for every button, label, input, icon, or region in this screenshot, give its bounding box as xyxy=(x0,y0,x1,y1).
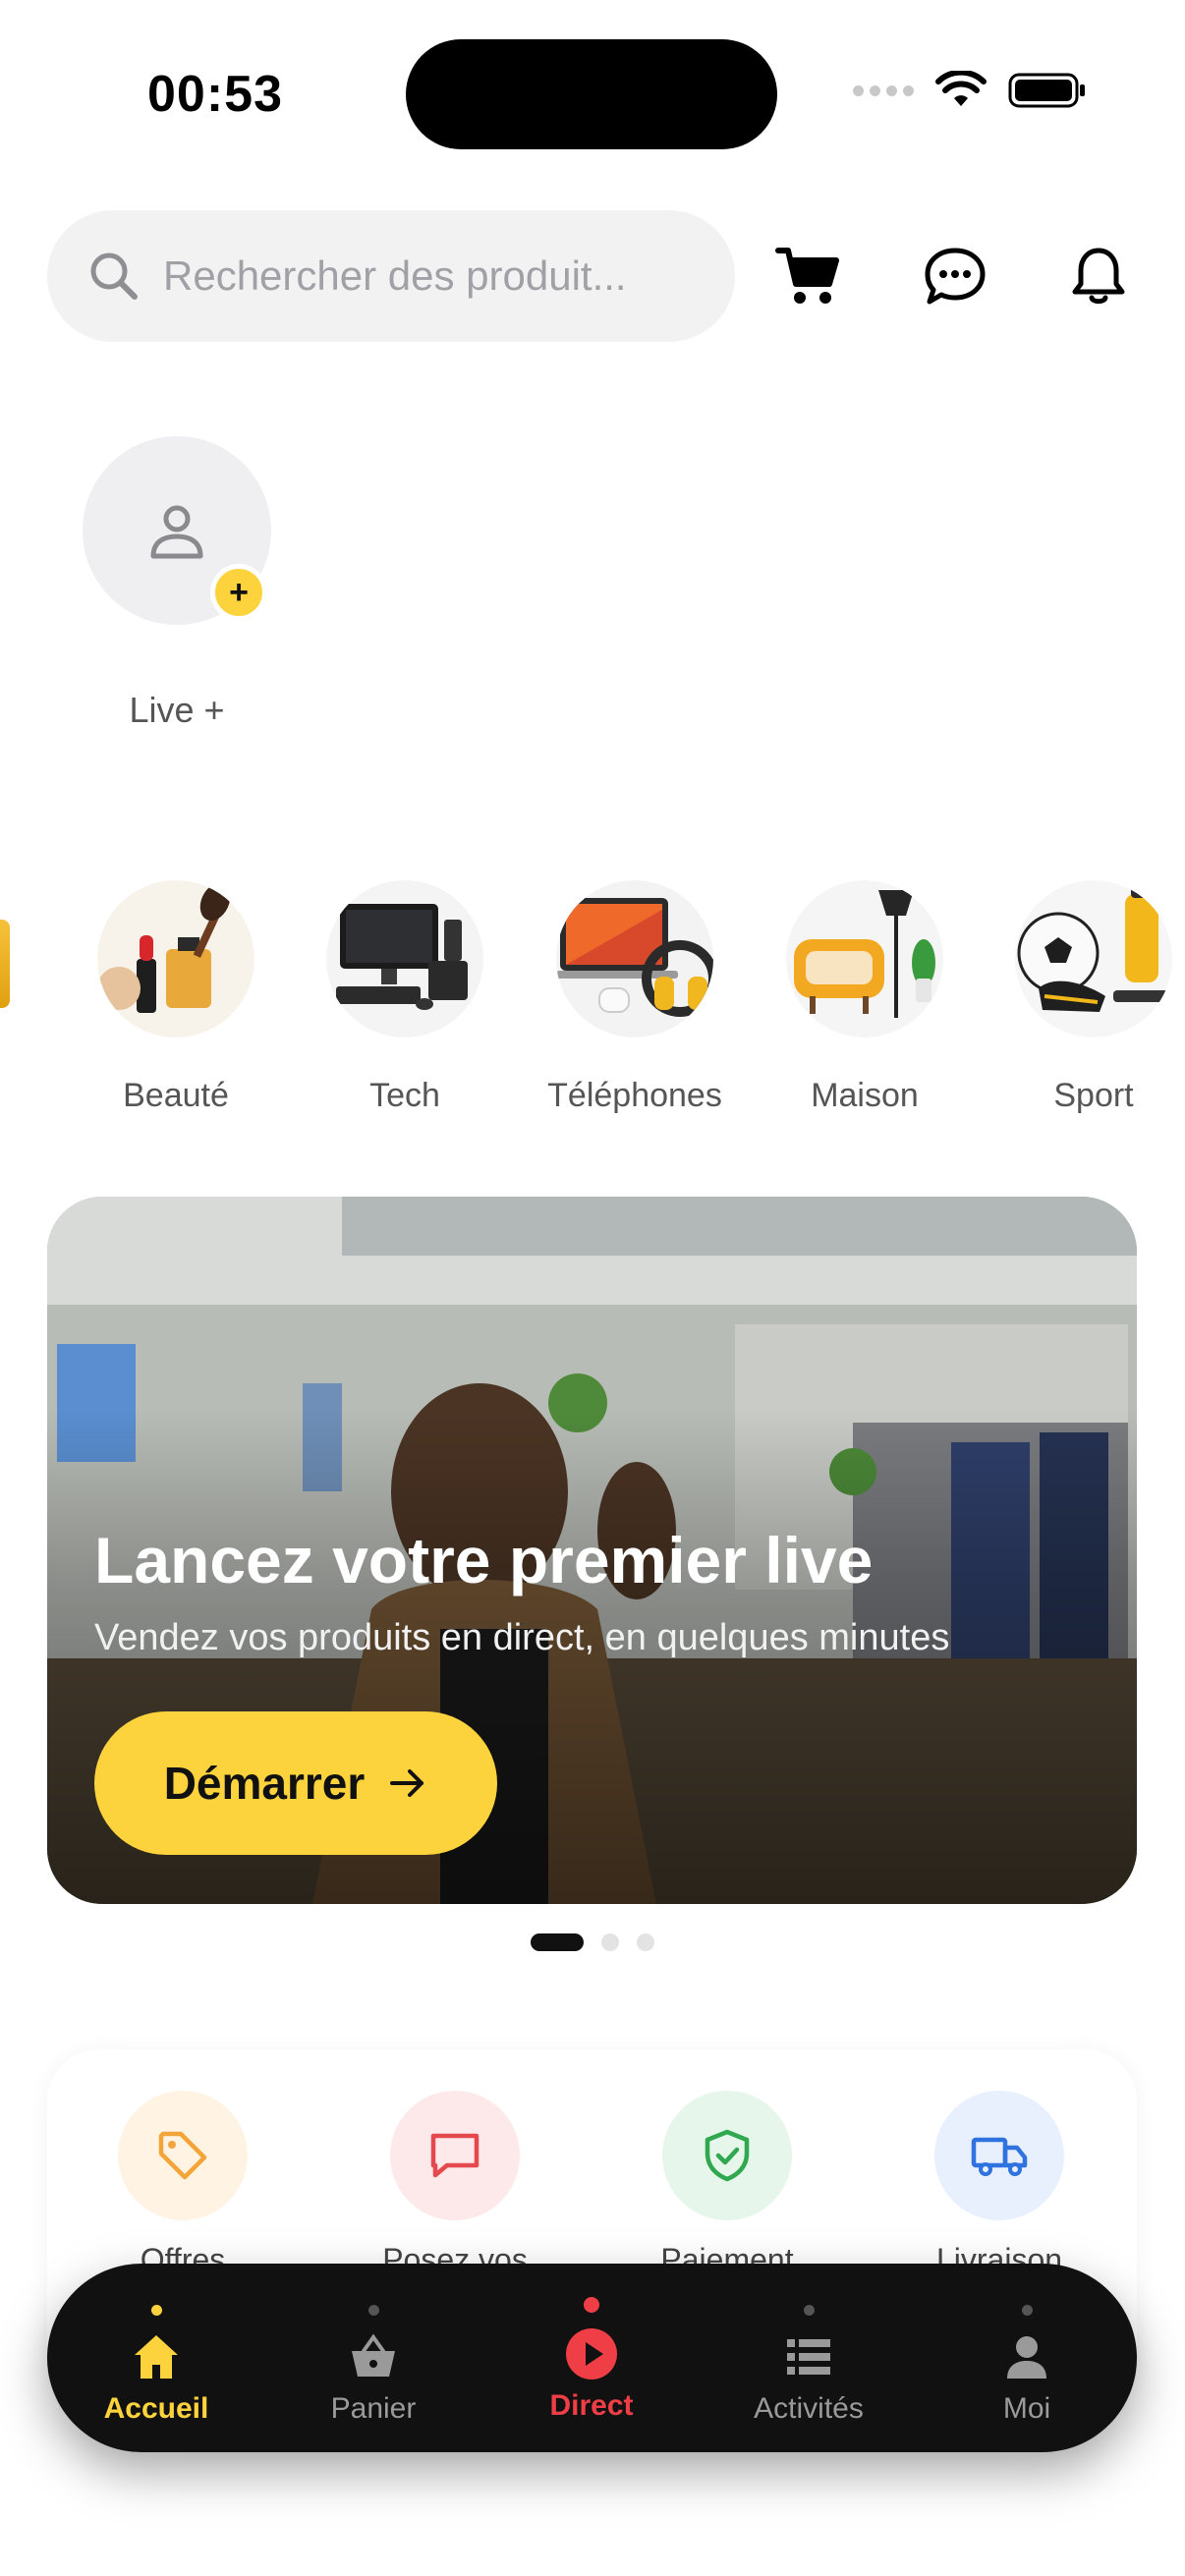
bell-icon[interactable] xyxy=(1069,245,1128,308)
live-story-label: Live + xyxy=(129,690,225,730)
search-icon xyxy=(90,252,138,300)
pagination-dot[interactable] xyxy=(601,1933,619,1951)
feature-posez-vos[interactable]: Posez vos xyxy=(357,2091,553,2278)
status-icons xyxy=(853,71,1087,110)
play-circle-icon xyxy=(566,2328,617,2380)
truck-icon xyxy=(971,2137,1028,2176)
category-maison[interactable]: Maison xyxy=(757,880,973,1115)
message-square-icon xyxy=(430,2133,480,2178)
banner-title: Lancez votre premier live xyxy=(94,1524,874,1596)
feature-icon-circle xyxy=(390,2091,520,2220)
tab-panier[interactable]: Panier xyxy=(275,2264,472,2452)
tab-label: Accueil xyxy=(103,2392,209,2425)
live-indicator-dot xyxy=(584,2297,599,2313)
tab-direct[interactable]: Direct xyxy=(493,2264,690,2452)
list-icon xyxy=(787,2339,830,2375)
start-live-button-label: Démarrer xyxy=(163,1758,366,1809)
tab-label: Activités xyxy=(754,2392,864,2425)
sport-products-image xyxy=(1015,880,1172,1037)
live-story-add[interactable]: + Live + xyxy=(83,436,271,731)
phones-products-image xyxy=(556,880,713,1037)
chat-icon[interactable] xyxy=(924,245,987,308)
tab-indicator-dot xyxy=(803,2305,815,2316)
status-bar: 00:53 xyxy=(0,0,1185,187)
status-time: 00:53 xyxy=(147,66,283,123)
category-label: Sport xyxy=(1053,1077,1134,1114)
category-partial-item xyxy=(0,920,10,1008)
avatar: + xyxy=(83,436,271,625)
category-label: Tech xyxy=(369,1077,440,1114)
banner-subtitle: Vendez vos produits en direct, en quelqu… xyxy=(94,1617,950,1658)
tab-accueil[interactable]: Accueil xyxy=(58,2264,254,2452)
tag-icon xyxy=(158,2131,207,2180)
header-actions xyxy=(774,210,1138,342)
pagination-dot-active[interactable] xyxy=(531,1933,584,1951)
tab-label: Moi xyxy=(1002,2392,1051,2425)
battery-icon xyxy=(1008,73,1085,108)
tab-indicator-dot xyxy=(1021,2305,1033,2316)
tech-products-image xyxy=(326,880,483,1037)
live-promo-banner[interactable]: Lancez votre premier live Vendez vos pro… xyxy=(47,1197,1137,1904)
tab-label: Direct xyxy=(549,2389,634,2422)
cart-icon[interactable] xyxy=(774,245,841,308)
tab-activites[interactable]: Activités xyxy=(710,2264,907,2452)
user-outline-icon xyxy=(150,505,203,559)
search-placeholder: Rechercher des produit... xyxy=(163,252,627,299)
basket-icon xyxy=(352,2333,395,2377)
shield-check-icon xyxy=(705,2129,750,2182)
banner-pagination xyxy=(0,1933,1185,1951)
search-input[interactable]: Rechercher des produit... xyxy=(47,210,735,342)
add-live-badge: + xyxy=(210,564,267,621)
cellular-signal-icon xyxy=(853,84,914,96)
home-products-image xyxy=(786,880,943,1037)
tab-indicator-dot xyxy=(150,2305,162,2316)
category-telephones[interactable]: Téléphones xyxy=(527,880,743,1115)
category-label: Beauté xyxy=(123,1077,229,1114)
feature-icon-circle xyxy=(662,2091,792,2220)
feature-livraison[interactable]: Livraison xyxy=(901,2091,1098,2278)
bottom-tab-bar: Accueil Panier Direct Activités Moi xyxy=(47,2264,1137,2452)
search-header: Rechercher des produit... xyxy=(47,210,1138,342)
feature-paiement[interactable]: Paiement xyxy=(629,2091,825,2278)
user-icon xyxy=(1007,2336,1046,2379)
category-beaute[interactable]: Beauté xyxy=(68,880,284,1115)
start-live-button[interactable]: Démarrer xyxy=(94,1711,497,1855)
feature-icon-circle xyxy=(934,2091,1064,2220)
category-tech[interactable]: Tech xyxy=(297,880,513,1115)
wifi-icon xyxy=(935,71,987,106)
category-label: Téléphones xyxy=(547,1077,722,1114)
dynamic-island xyxy=(406,39,777,149)
arrow-right-icon xyxy=(390,1769,424,1797)
pagination-dot[interactable] xyxy=(637,1933,654,1951)
beauty-products-image xyxy=(97,880,254,1037)
tab-moi[interactable]: Moi xyxy=(929,2264,1125,2452)
category-carousel[interactable]: Beauté Tech Téléphones Maison Sport xyxy=(0,880,1185,1116)
category-sport[interactable]: Sport xyxy=(986,880,1185,1115)
tab-indicator-dot xyxy=(367,2305,379,2316)
tab-label: Panier xyxy=(330,2392,417,2425)
home-icon xyxy=(135,2335,178,2379)
feature-icon-circle xyxy=(118,2091,248,2220)
feature-offres[interactable]: Offres xyxy=(85,2091,281,2278)
category-label: Maison xyxy=(811,1077,919,1114)
